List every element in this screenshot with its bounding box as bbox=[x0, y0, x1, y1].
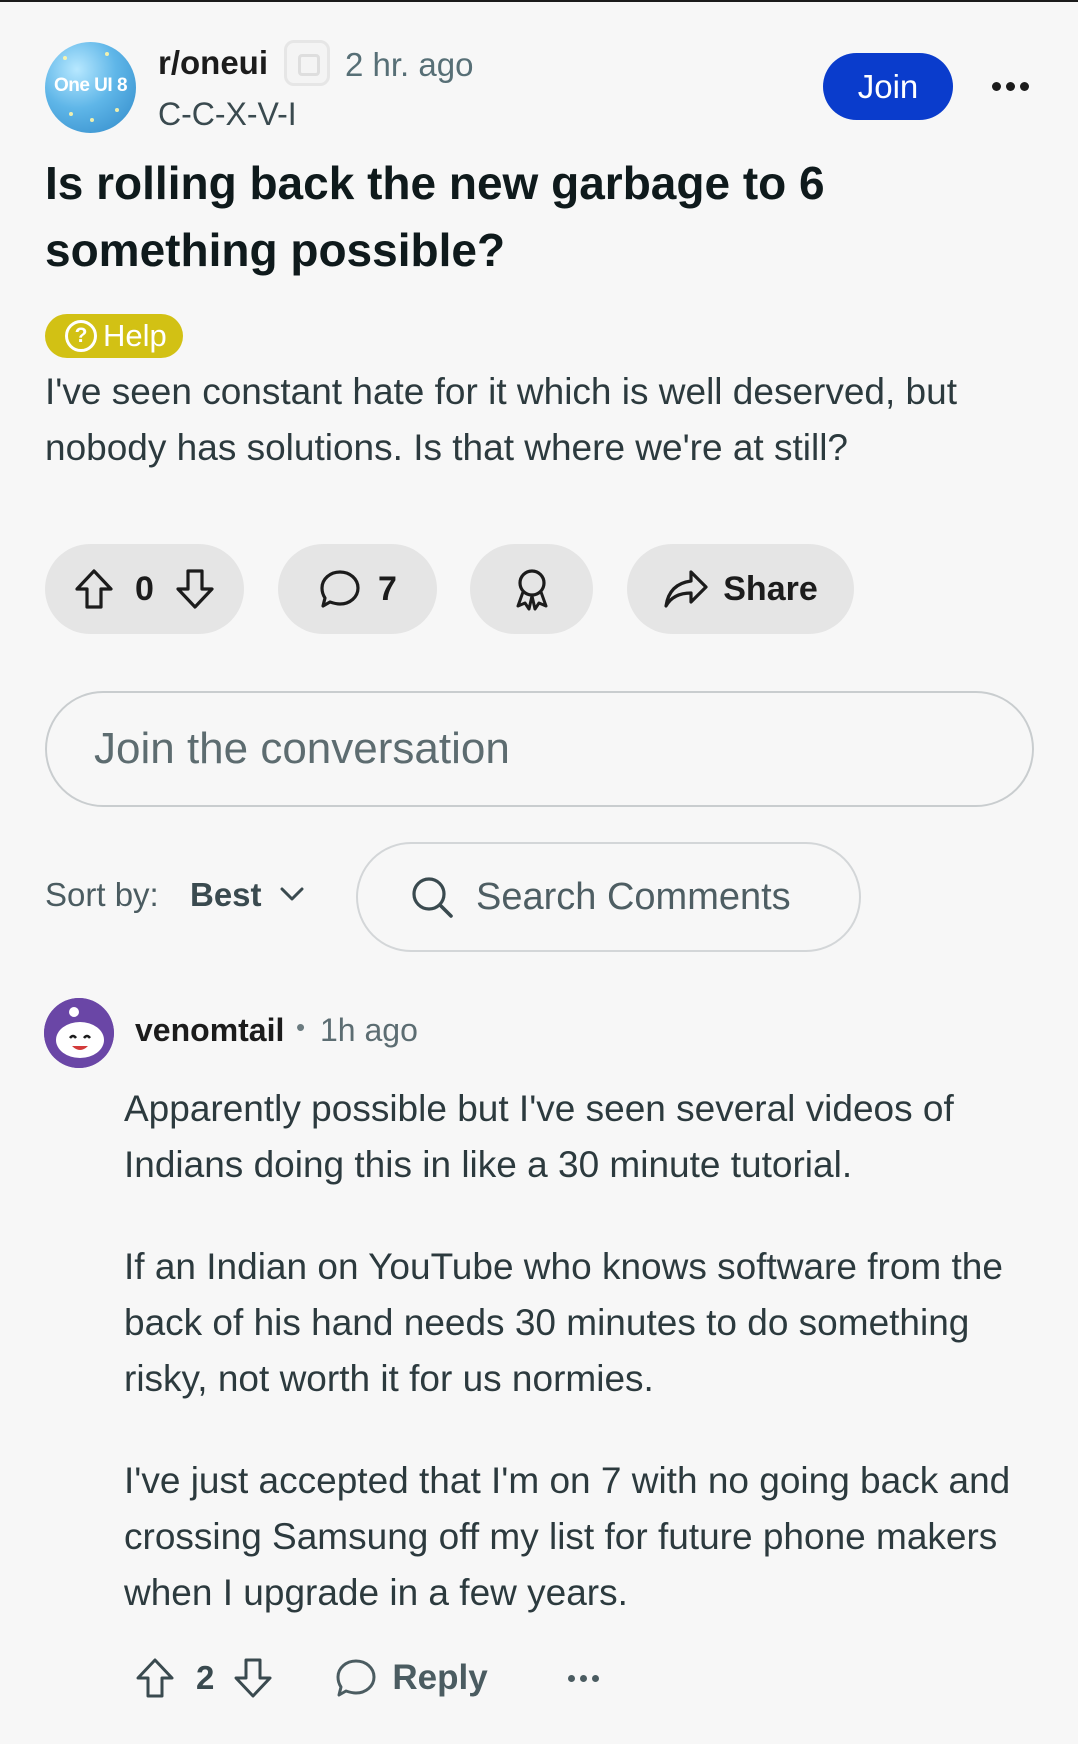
subreddit-avatar-text: One UI 8 bbox=[53, 75, 128, 96]
flair-badge[interactable]: ? Help bbox=[45, 314, 183, 358]
reply-label: Reply bbox=[392, 1658, 488, 1697]
comment-paragraph: I've just accepted that I'm on 7 with no… bbox=[124, 1460, 1011, 1613]
post-author[interactable]: C-C-X-V-I bbox=[158, 96, 297, 133]
award-button[interactable] bbox=[470, 544, 593, 634]
post-time: 2 hr. ago bbox=[345, 46, 474, 83]
sort-label: Sort by: bbox=[45, 876, 159, 913]
mod-badge-icon bbox=[284, 40, 330, 86]
sparkle bbox=[115, 108, 119, 112]
sparkle bbox=[105, 52, 109, 56]
share-arrow-icon bbox=[664, 570, 708, 608]
flair-label: Help bbox=[103, 318, 167, 353]
comment-paragraph: Apparently possible but I've seen severa… bbox=[124, 1088, 954, 1185]
sparkle bbox=[69, 112, 73, 116]
search-icon bbox=[412, 877, 453, 918]
comment-bubble-icon bbox=[320, 570, 360, 608]
join-conversation-input[interactable]: Join the conversation bbox=[45, 691, 1034, 807]
sparkle bbox=[63, 56, 67, 60]
upvote-icon[interactable] bbox=[134, 1656, 176, 1700]
reply-button[interactable]: Reply bbox=[334, 1656, 488, 1700]
vote-count: 0 bbox=[135, 569, 154, 608]
comment-paragraph: If an Indian on YouTube who knows softwa… bbox=[124, 1246, 1003, 1399]
search-comments-input[interactable]: Search Comments bbox=[356, 842, 861, 952]
share-button[interactable]: Share bbox=[627, 544, 854, 634]
search-comments-placeholder: Search Comments bbox=[476, 875, 791, 918]
separator-dot: • bbox=[296, 1012, 306, 1042]
join-conversation-placeholder: Join the conversation bbox=[94, 724, 510, 773]
comment-actions: 2 Reply bbox=[134, 1645, 599, 1711]
comment-overflow-icon[interactable] bbox=[567, 1674, 599, 1682]
vote-pill: 0 bbox=[45, 544, 244, 634]
comment-count: 7 bbox=[378, 569, 397, 608]
top-border bbox=[0, 0, 1078, 2]
comment-username[interactable]: venomtail bbox=[135, 1012, 284, 1049]
question-circle-icon: ? bbox=[65, 320, 97, 352]
comments-button[interactable]: 7 bbox=[278, 544, 437, 634]
join-button[interactable]: Join bbox=[823, 53, 953, 120]
award-icon bbox=[516, 569, 547, 611]
subreddit-name[interactable]: r/oneui bbox=[158, 44, 268, 82]
chevron-down-icon[interactable] bbox=[278, 884, 306, 904]
sort-dropdown[interactable]: Best bbox=[190, 876, 262, 914]
upvote-icon[interactable] bbox=[73, 567, 115, 611]
subreddit-avatar[interactable]: One UI 8 bbox=[45, 42, 136, 133]
post-title[interactable]: Is rolling back the new garbage to 6 som… bbox=[45, 150, 1005, 284]
post-body: I've seen constant hate for it which is … bbox=[45, 371, 957, 468]
share-label: Share bbox=[723, 569, 818, 608]
downvote-icon[interactable] bbox=[174, 567, 216, 611]
snoo-avatar-icon[interactable] bbox=[44, 998, 114, 1068]
sparkle bbox=[90, 118, 94, 122]
comment-time: 1h ago bbox=[320, 1012, 418, 1048]
downvote-icon[interactable] bbox=[232, 1656, 274, 1700]
comment-score: 2 bbox=[196, 1659, 215, 1696]
comment-bubble-icon bbox=[336, 1659, 376, 1697]
overflow-menu-icon[interactable] bbox=[985, 64, 1035, 108]
